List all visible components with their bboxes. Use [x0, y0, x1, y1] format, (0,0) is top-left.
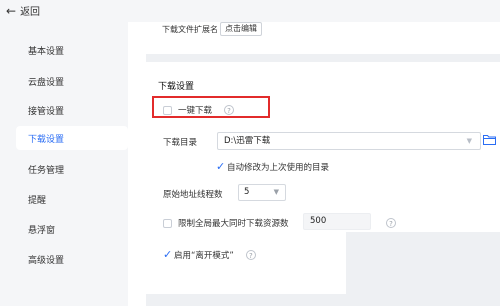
- leave-mode-row: ✓ 启用“离开模式” ?: [163, 248, 256, 261]
- limit-input[interactable]: 500: [303, 213, 371, 230]
- limit-row: 限制全局最大同时下载资源数: [163, 217, 289, 229]
- sidebar-item-floating[interactable]: 悬浮窗: [0, 217, 128, 241]
- arrow-left-icon: ←: [6, 3, 17, 18]
- help-icon[interactable]: ?: [245, 249, 256, 260]
- highlight-box: [152, 96, 270, 118]
- threads-select[interactable]: 5 ▼: [238, 184, 286, 201]
- sidebar-item-label: 云盘设置: [28, 77, 65, 88]
- sidebar-item-label: 高级设置: [28, 255, 65, 266]
- sidebar-item-label: 悬浮窗: [28, 225, 56, 236]
- sidebar-item-label: 任务管理: [28, 165, 65, 176]
- download-directory-input[interactable]: D:\迅雷下载 ▼: [217, 132, 481, 150]
- help-icon[interactable]: ?: [386, 218, 396, 228]
- download-settings-card-bottom: [146, 232, 346, 294]
- leave-mode-label: 启用“离开模式”: [174, 250, 234, 261]
- sidebar-item-advanced[interactable]: 高级设置: [0, 247, 128, 271]
- edit-extensions-button[interactable]: 点击编辑: [220, 22, 262, 36]
- checkmark-icon[interactable]: ✓: [216, 160, 227, 173]
- sidebar-item-label: 提醒: [28, 195, 47, 206]
- sidebar-item-label: 基本设置: [28, 46, 65, 57]
- limit-label: 限制全局最大同时下载资源数: [178, 219, 289, 229]
- threads-label: 原始地址线程数: [163, 190, 223, 200]
- sidebar: 基本设置 云盘设置 接管设置 下载设置 任务管理 提醒 悬浮窗 高级设置: [0, 22, 128, 306]
- chevron-down-icon[interactable]: ▼: [467, 133, 472, 149]
- sidebar-item-tasks[interactable]: 任务管理: [0, 157, 128, 181]
- sidebar-item-label: 接管设置: [28, 106, 65, 117]
- sidebar-item-reminder[interactable]: 提醒: [0, 187, 128, 211]
- limit-checkbox[interactable]: [163, 218, 172, 228]
- sidebar-item-basic[interactable]: 基本设置: [0, 38, 128, 62]
- auto-modify-row: ✓ 自动修改为上次使用的目录: [216, 160, 329, 173]
- directory-label: 下载目录: [163, 138, 198, 148]
- top-bar: ← 返回: [0, 0, 500, 22]
- folder-icon[interactable]: [483, 134, 496, 145]
- file-ext-row: 下载文件扩展名 点击编辑: [162, 22, 262, 36]
- limit-value: 500: [310, 216, 327, 226]
- directory-value: D:\迅雷下载: [224, 136, 271, 146]
- back-button[interactable]: ← 返回: [6, 3, 41, 19]
- sidebar-item-download[interactable]: 下载设置: [16, 126, 128, 150]
- back-label: 返回: [20, 7, 41, 18]
- chevron-down-icon: ▼: [273, 188, 279, 196]
- section-title: 下载设置: [158, 82, 195, 92]
- sidebar-item-label: 下载设置: [28, 134, 65, 145]
- file-ext-label: 下载文件扩展名: [162, 24, 218, 34]
- threads-value: 5: [244, 187, 250, 197]
- auto-modify-label: 自动修改为上次使用的目录: [227, 162, 330, 173]
- sidebar-item-cloud[interactable]: 云盘设置: [0, 69, 128, 93]
- checkmark-icon[interactable]: ✓: [163, 248, 174, 261]
- sidebar-item-takeover[interactable]: 接管设置: [0, 98, 128, 122]
